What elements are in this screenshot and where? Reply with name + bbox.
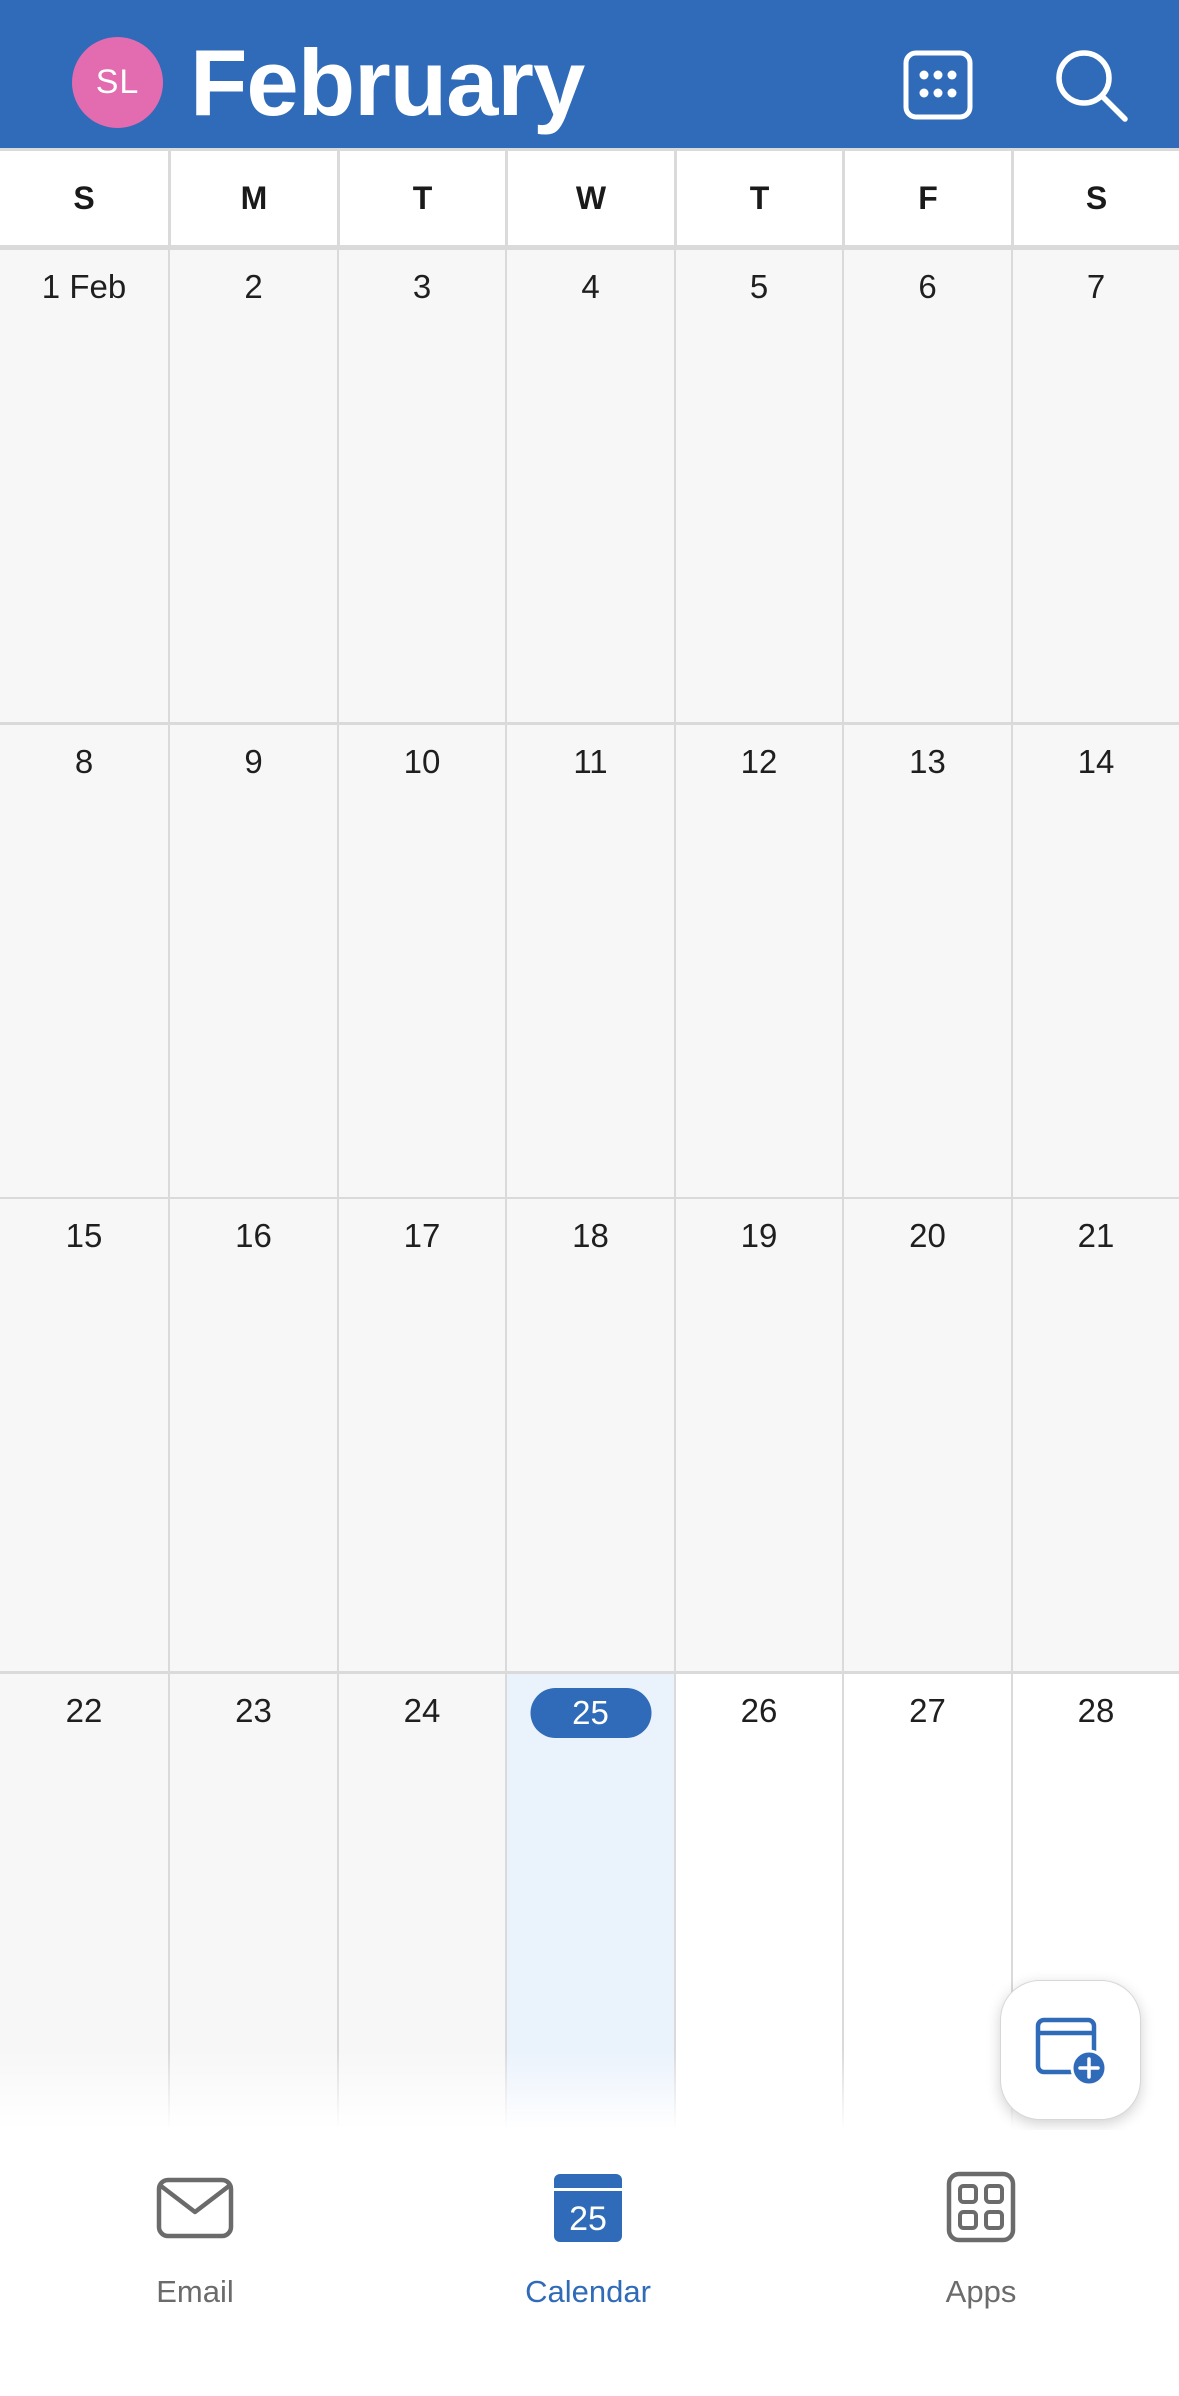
day-cell[interactable]: 11 bbox=[507, 725, 674, 1197]
day-number: 18 bbox=[572, 1217, 609, 1254]
tab-calendar-label: Calendar bbox=[525, 2274, 651, 2309]
day-number: 17 bbox=[403, 1217, 441, 1254]
calendar-app: SL February SMTWTFS 1 Feb 2 3 4 5 6 7 8 9 10 11 12 1… bbox=[0, 0, 1179, 2396]
day-number: 27 bbox=[909, 1692, 946, 1729]
day-number: 16 bbox=[235, 1217, 272, 1254]
day-number: 13 bbox=[909, 743, 946, 780]
add-event-icon bbox=[1035, 2017, 1107, 2087]
day-cell[interactable]: 15 bbox=[0, 1199, 168, 1671]
month-grid: SMTWTFS 1 Feb 2 3 4 5 6 7 8 9 10 11 12 13 14 15 16 17 18 1… bbox=[0, 148, 1179, 2274]
day-number: 14 bbox=[1077, 743, 1115, 780]
day-cell[interactable]: 13 bbox=[844, 725, 1011, 1197]
day-cell[interactable]: 21 bbox=[1013, 1199, 1179, 1671]
day-cell[interactable]: 2 bbox=[170, 250, 337, 722]
day-number: 28 bbox=[1077, 1692, 1115, 1729]
day-number: 12 bbox=[740, 743, 778, 780]
day-number: 1 Feb bbox=[41, 268, 127, 305]
day-cell[interactable]: 19 bbox=[676, 1199, 842, 1671]
day-cell[interactable]: 4 bbox=[507, 250, 674, 722]
day-cell[interactable]: 8 bbox=[0, 725, 168, 1197]
apps-grid-icon bbox=[946, 2171, 1016, 2243]
weekday-label: T bbox=[677, 151, 842, 245]
day-cell[interactable]: 1 Feb bbox=[0, 250, 168, 722]
day-number: 24 bbox=[403, 1692, 441, 1729]
day-number: 20 bbox=[909, 1217, 946, 1254]
today-date-badge: 25 bbox=[530, 1688, 651, 1738]
weekday-label: S bbox=[0, 151, 168, 245]
weekday-label: S bbox=[1014, 151, 1179, 245]
day-number: 3 bbox=[412, 268, 432, 305]
day-number: 15 bbox=[65, 1217, 103, 1254]
month-title[interactable]: February bbox=[190, 28, 585, 138]
calendar-icon: 25 bbox=[554, 2174, 622, 2242]
day-number: 21 bbox=[1077, 1217, 1115, 1254]
account-avatar[interactable]: SL bbox=[72, 37, 163, 128]
view-switcher-button[interactable] bbox=[893, 40, 983, 130]
day-number: 2 bbox=[244, 268, 263, 305]
calendar-icon-date: 25 bbox=[569, 2200, 607, 2238]
day-cell[interactable]: 18 bbox=[507, 1199, 674, 1671]
calendar-grid-icon bbox=[903, 50, 973, 120]
day-cell[interactable]: 5 bbox=[676, 250, 842, 722]
tab-email[interactable]: Email bbox=[75, 2170, 315, 2320]
day-number: 22 bbox=[65, 1692, 103, 1729]
weekday-label: M bbox=[171, 151, 337, 245]
day-number: 4 bbox=[581, 268, 600, 305]
weekday-label: F bbox=[845, 151, 1011, 245]
weekday-header-row: SMTWTFS bbox=[0, 148, 1179, 248]
day-number: 26 bbox=[740, 1692, 778, 1729]
mail-icon bbox=[156, 2177, 234, 2239]
day-number: 5 bbox=[749, 268, 769, 305]
new-event-button[interactable] bbox=[1000, 1980, 1141, 2120]
weekday-label: W bbox=[508, 151, 674, 245]
day-cell[interactable]: 16 bbox=[170, 1199, 337, 1671]
day-cell[interactable]: 20 bbox=[844, 1199, 1011, 1671]
day-number: 10 bbox=[403, 743, 441, 780]
search-icon bbox=[1056, 50, 1128, 122]
day-cell[interactable]: 6 bbox=[844, 250, 1011, 722]
day-number: 19 bbox=[740, 1217, 778, 1254]
app-header: SL February bbox=[0, 0, 1179, 148]
day-number: 11 bbox=[573, 743, 608, 780]
day-cell[interactable]: 3 bbox=[339, 250, 505, 722]
day-cell[interactable]: 14 bbox=[1013, 725, 1179, 1197]
search-button[interactable] bbox=[1046, 40, 1136, 130]
day-number: 6 bbox=[918, 268, 937, 305]
day-number: 8 bbox=[74, 743, 94, 780]
day-cell[interactable]: 7 bbox=[1013, 250, 1179, 722]
day-number: 7 bbox=[1086, 268, 1106, 305]
tab-apps[interactable]: Apps bbox=[861, 2170, 1101, 2320]
day-cell[interactable]: 12 bbox=[676, 725, 842, 1197]
weekday-label: T bbox=[340, 151, 505, 245]
day-cell[interactable]: 17 bbox=[339, 1199, 505, 1671]
day-cell[interactable]: 10 bbox=[339, 725, 505, 1197]
day-number: 9 bbox=[244, 743, 263, 780]
tab-calendar[interactable]: 25 Calendar bbox=[468, 2170, 708, 2320]
day-number: 23 bbox=[235, 1692, 272, 1729]
tab-email-label: Email bbox=[156, 2274, 234, 2309]
bottom-tab-bar: Email 25 Calendar Apps bbox=[0, 2130, 1179, 2396]
day-cell[interactable]: 9 bbox=[170, 725, 337, 1197]
tab-apps-label: Apps bbox=[945, 2274, 1017, 2309]
